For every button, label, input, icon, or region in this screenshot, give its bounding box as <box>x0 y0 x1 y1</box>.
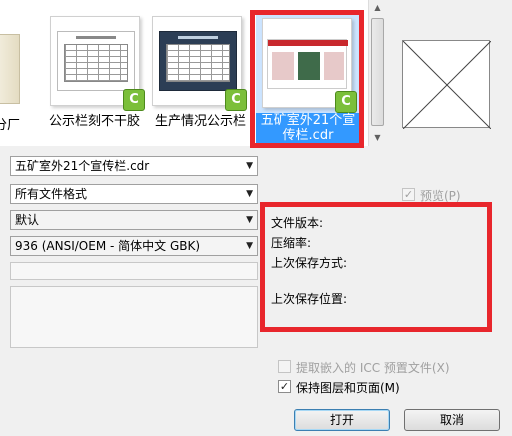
file-thumbnail[interactable]: C <box>152 16 247 111</box>
filename-combobox[interactable]: 五矿室外21个宣传栏.cdr ▼ <box>10 156 258 176</box>
file-list-pane[interactable]: 分厂 C 公示栏刻不干胶 C 生产情况公示栏 C 五矿室外21个宣传栏.cdr <box>0 0 368 148</box>
cancel-button[interactable]: 取消 <box>404 409 500 431</box>
file-label[interactable]: 公示栏刻不干胶 <box>42 114 147 130</box>
encoding-select[interactable]: 936 (ANSI/OEM - 简体中文 GBK) ▼ <box>10 236 258 256</box>
scrollbar-thumb[interactable] <box>371 18 384 126</box>
cdr-file-icon: C <box>123 89 145 111</box>
open-button[interactable]: 打开 <box>294 409 390 431</box>
scroll-down-arrow-icon[interactable]: ▼ <box>369 130 386 146</box>
file-list-scrollbar[interactable]: ▲ ▼ <box>368 0 385 146</box>
filetype-value: 所有文件格式 <box>15 187 88 201</box>
folder-icon[interactable] <box>0 34 20 104</box>
cdr-file-icon: C <box>225 89 247 111</box>
extract-icc-checkbox[interactable] <box>278 360 291 373</box>
document-preview <box>159 31 237 91</box>
filetype-select[interactable]: 所有文件格式 ▼ <box>10 184 258 204</box>
filename-value: 五矿室外21个宣传栏.cdr <box>15 159 150 173</box>
file-thumbnail[interactable]: C <box>50 16 145 111</box>
highlight-box-info <box>260 202 492 332</box>
empty-input-field <box>10 262 258 280</box>
encoding-value: 936 (ANSI/OEM - 简体中文 GBK) <box>15 239 201 253</box>
document-preview <box>57 31 135 91</box>
notes-textarea <box>10 286 258 348</box>
highlight-box-file <box>250 10 364 148</box>
option-select[interactable]: 默认 ▼ <box>10 210 258 230</box>
preview-checkbox[interactable]: ✓ <box>402 188 415 201</box>
extract-icc-label[interactable]: 提取嵌入的 ICC 预置文件(X) <box>296 359 450 376</box>
scroll-up-arrow-icon[interactable]: ▲ <box>369 0 386 16</box>
partial-file-label[interactable]: 分厂 <box>0 114 20 133</box>
dropdown-arrow-icon[interactable]: ▼ <box>246 237 253 255</box>
dropdown-arrow-icon[interactable]: ▼ <box>246 157 253 175</box>
empty-preview-icon <box>402 40 492 130</box>
option-value: 默认 <box>15 213 40 227</box>
file-label[interactable]: 生产情况公示栏 <box>148 114 253 130</box>
dropdown-arrow-icon[interactable]: ▼ <box>246 185 253 203</box>
dropdown-arrow-icon[interactable]: ▼ <box>246 211 253 229</box>
preview-placeholder <box>402 40 492 130</box>
keep-layers-checkbox[interactable]: ✓ <box>278 380 291 393</box>
keep-layers-label[interactable]: 保持图层和页面(M) <box>296 379 400 396</box>
